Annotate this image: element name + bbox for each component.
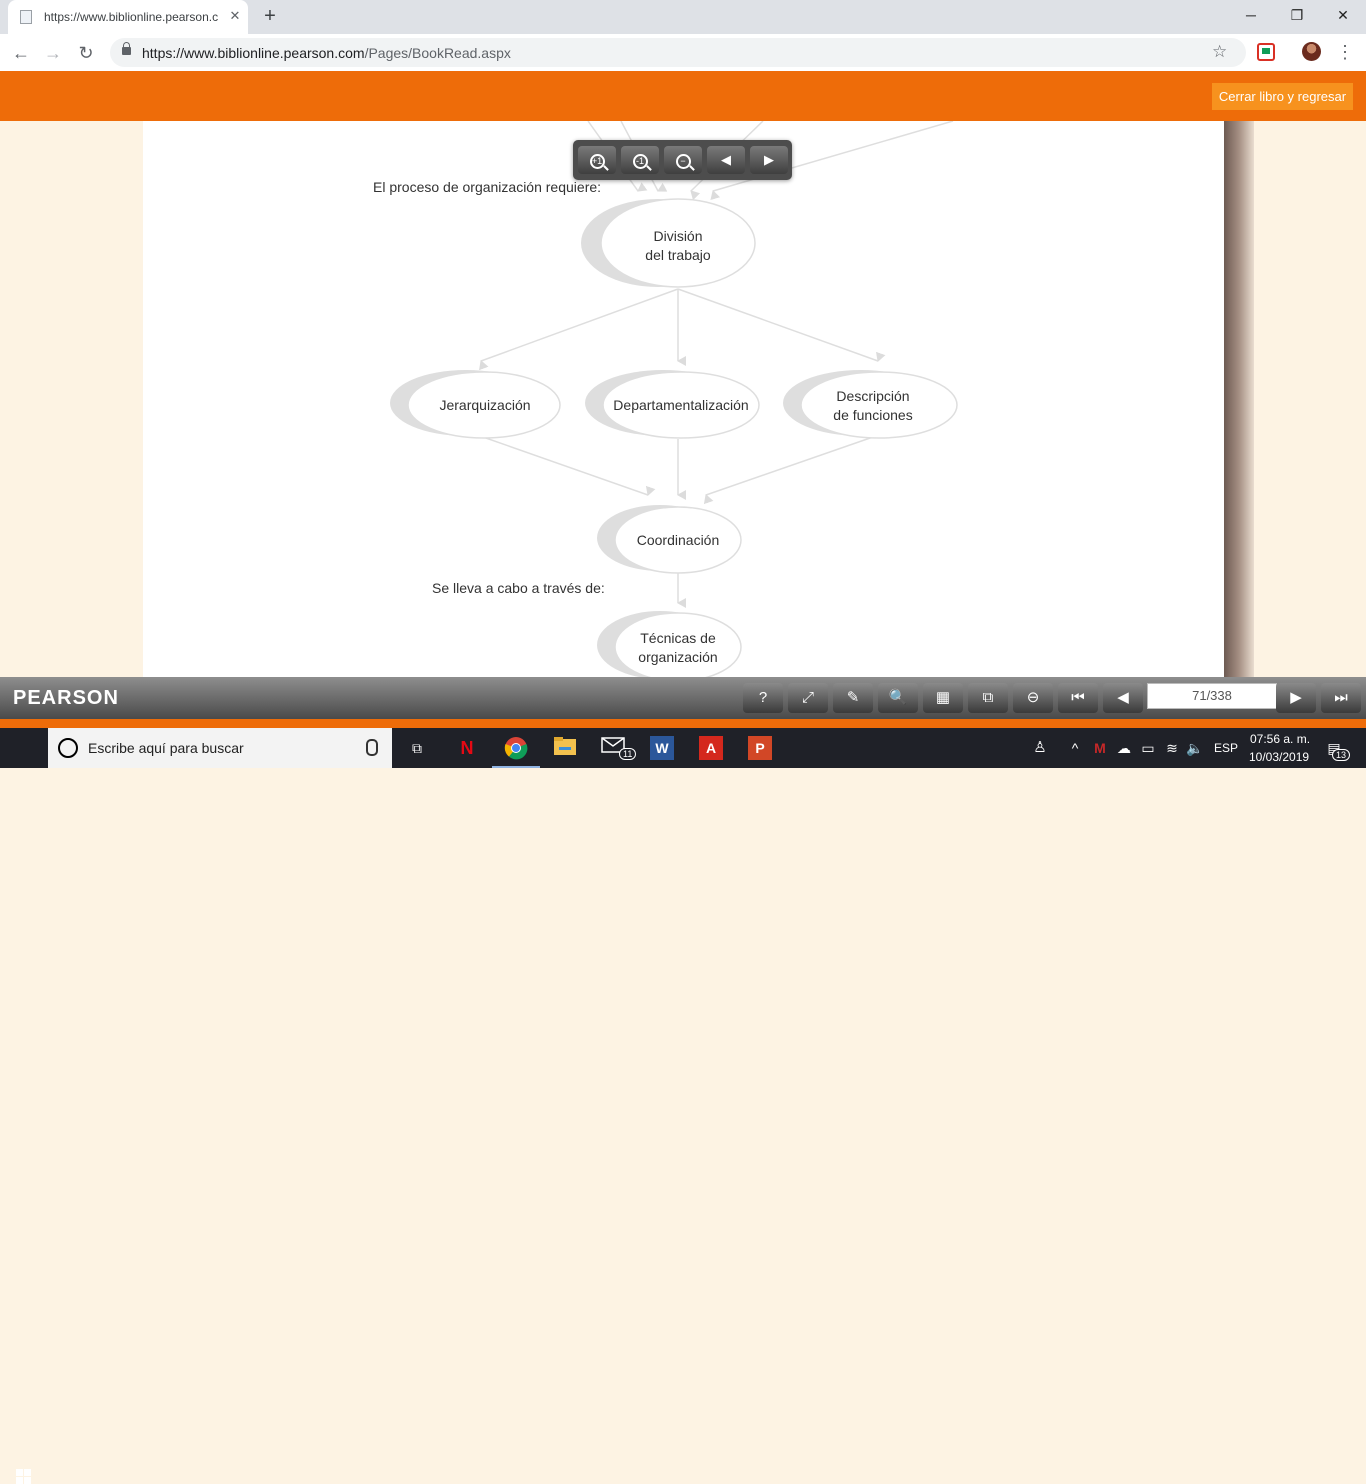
file-explorer-icon[interactable] [553,736,577,760]
cortana-icon [58,738,78,758]
page-number-field[interactable]: 71/338 [1147,683,1277,709]
zoom-out-step-button[interactable]: -1 [621,146,659,174]
mcafee-icon[interactable]: M [1088,736,1112,760]
last-page-button[interactable]: ⏭ [1321,683,1361,713]
prev-page-button[interactable]: ◀ [1103,683,1143,713]
mail-badge: 11 [619,748,637,760]
forward-button[interactable]: → [40,40,66,66]
node-descripcion: Descripción de funciones [833,388,913,423]
close-book-button[interactable]: Cerrar libro y regresar [1212,83,1353,110]
task-view-icon[interactable]: ⧉ [405,736,429,760]
close-window-button[interactable]: ✕ [1320,0,1366,32]
fit-page-button[interactable]: ⧉ [968,683,1008,713]
netflix-icon[interactable]: N [455,736,479,760]
pearson-logo: PEARSON [13,687,119,709]
acrobat-icon[interactable]: A [699,736,723,760]
reload-button[interactable]: ↻ [73,40,99,66]
tab-strip: https://www.biblionline.pearson.c ✕ + ─ … [0,0,1366,34]
zoom-prev-button[interactable]: ◀ [707,146,745,174]
back-button[interactable]: ← [8,40,34,66]
via-text: Se lleva a cabo a través de: [432,580,605,596]
book-spine [1224,121,1254,721]
chrome-menu-icon[interactable]: ⋮ [1336,40,1354,64]
search-button[interactable]: 🔍 [878,683,918,713]
zoom-in-button[interactable]: +1 [578,146,616,174]
node-departamentalizacion: Departamentalización [613,397,749,413]
zoom-out-button[interactable]: ⊖ [1013,683,1053,713]
next-page-button[interactable]: ▶ [1276,683,1316,713]
extension-icon[interactable] [1257,43,1275,61]
grid-view-button[interactable]: ▦ [923,683,963,713]
zoom-in-icon: +1 [589,154,605,169]
new-tab-button[interactable]: + [259,5,281,27]
browser-tab[interactable]: https://www.biblionline.pearson.c ✕ [8,0,248,34]
node-division: División del trabajo [645,228,711,263]
node-tecnicas: Técnicas de organización [638,630,718,665]
tab-title: https://www.biblionline.pearson.c [44,10,219,24]
book-page: El proceso de organización requiere: Div… [143,121,1224,721]
profile-avatar[interactable] [1302,42,1321,61]
zoom-out-step-icon: -1 [632,154,648,169]
clock-date[interactable]: 10/03/2019 [1249,750,1309,764]
tab-close-icon[interactable]: ✕ [226,7,244,25]
volume-icon[interactable]: 🔈 [1183,736,1207,760]
wifi-icon[interactable]: ≋ [1160,736,1184,760]
first-page-button[interactable]: ⏮ [1058,683,1098,713]
minimize-button[interactable]: ─ [1228,0,1274,32]
browser-toolbar: ← → ↻ https://www.biblionline.pearson.co… [0,34,1366,72]
highlight-button[interactable]: ✎ [833,683,873,713]
zoom-minus-icon: − [675,154,691,169]
clock-time[interactable]: 07:56 a. m. [1250,732,1310,746]
people-icon[interactable]: ♙ [1028,736,1052,760]
language-indicator[interactable]: ESP [1214,741,1238,755]
chrome-icon[interactable] [504,736,528,760]
help-button[interactable]: ? [743,683,783,713]
page-favicon-icon [20,10,32,24]
search-placeholder: Escribe aquí para buscar [88,740,244,756]
windows-icon [16,1469,31,1484]
lock-icon [122,42,131,55]
node-jerarquizacion: Jerarquización [439,397,531,413]
onedrive-icon[interactable]: ☁ [1112,736,1136,760]
show-hidden-icons[interactable]: ^ [1063,736,1087,760]
footer-accent [0,719,1366,728]
reader-header [0,71,1366,121]
notification-badge: 13 [1332,749,1351,761]
fullscreen-button[interactable]: ⤢ [788,683,828,713]
node-coordinacion: Coordinación [636,532,720,548]
intro-text: El proceso de organización requiere: [373,179,602,195]
start-button[interactable] [0,728,48,1484]
address-bar[interactable]: https://www.biblionline.pearson.com/Page… [110,38,1246,67]
url-text: https://www.biblionline.pearson.com/Page… [142,45,511,61]
bookmark-star-icon[interactable]: ☆ [1212,42,1227,62]
battery-icon[interactable]: ▭ [1136,736,1160,760]
zoom-next-button[interactable]: ▶ [750,146,788,174]
powerpoint-icon[interactable]: P [748,736,772,760]
maximize-button[interactable]: ❐ [1274,0,1320,32]
zoom-toolbar: +1 -1 − ◀ ▶ [573,140,792,180]
word-icon[interactable]: W [650,736,674,760]
zoom-reset-button[interactable]: − [664,146,702,174]
microphone-icon[interactable] [366,739,378,756]
